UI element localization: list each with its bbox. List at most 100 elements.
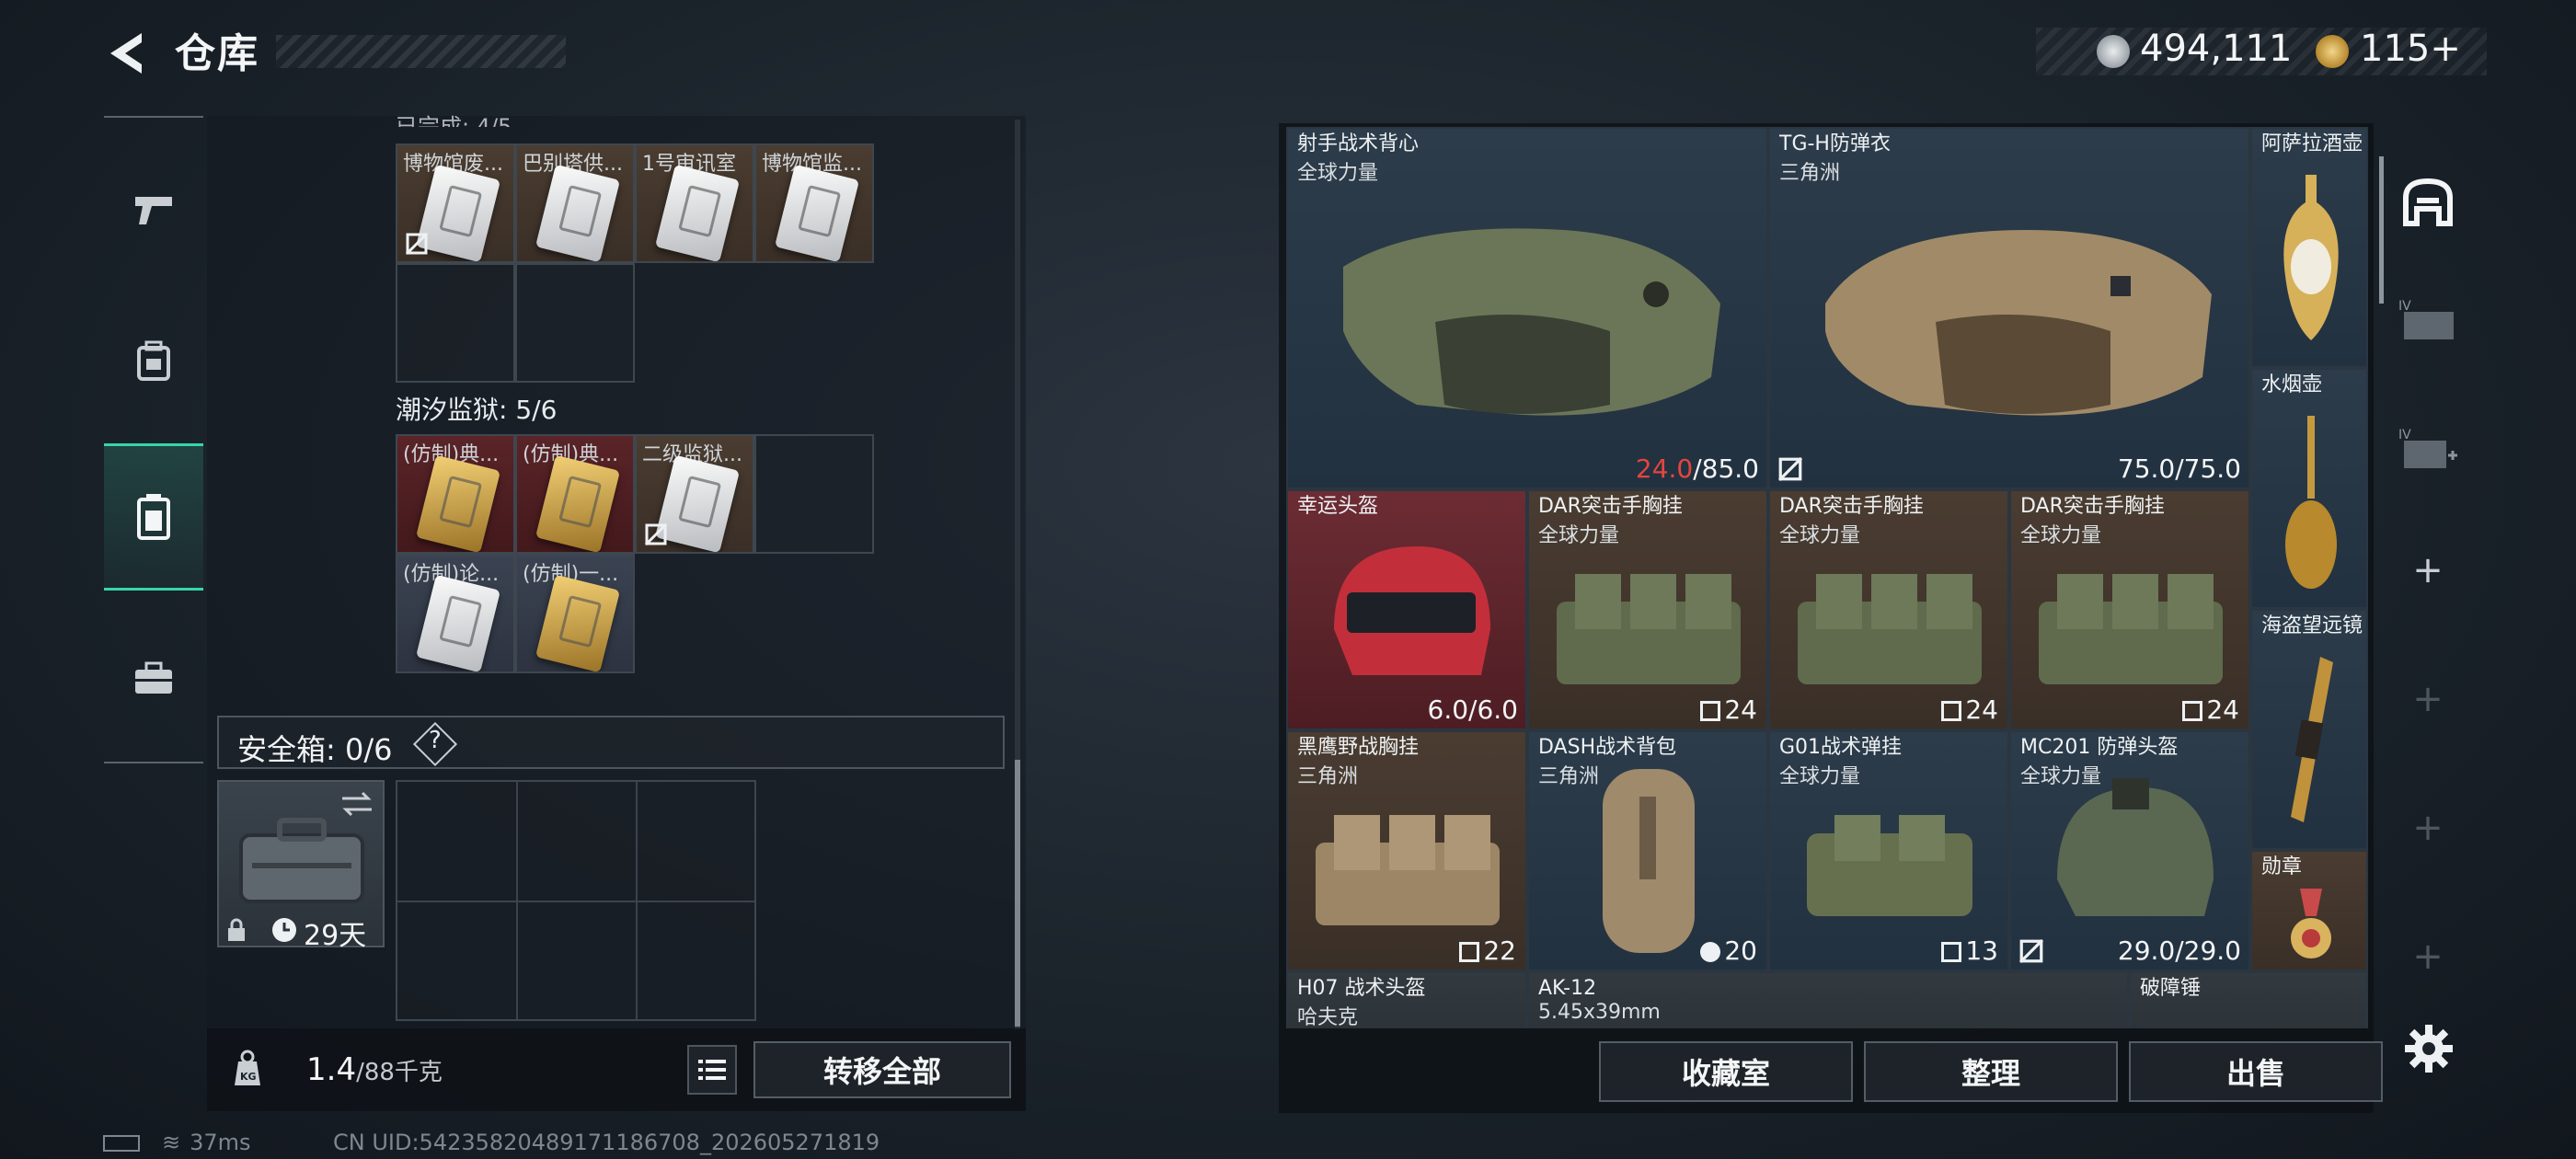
nav-backpack[interactable] [104,287,203,434]
keycard-icon [535,454,621,552]
backpack-icon [137,340,170,381]
keycard-icon [535,164,621,261]
stash-item[interactable]: H07 战术头盔 哈夫克 [1286,971,1527,1028]
item-capacity: 22 [1459,935,1516,966]
chest-rig-icon [2039,574,2223,684]
item-capacity: 24 [1941,694,1998,725]
item-name: DAR突击手胸挂 [1779,495,1924,518]
hookah-icon [2285,416,2337,589]
item-name: 勋章 [2261,855,2303,878]
stash-item[interactable]: AK-12 5.45x39mm [1527,971,2129,1028]
item-faction: 全球力量 [1779,765,1861,788]
stash-item[interactable]: TG-H防弹衣 三角洲 75.0/75.0 [1768,127,2250,489]
stash-item[interactable]: DAR突击手胸挂 全球力量 24 [1768,489,2009,730]
stash-item[interactable]: 黑鹰野战胸挂 三角洲 22 [1286,730,1527,971]
group-label: 潮汐监狱: 5/6 [396,395,558,425]
item-durability: 29.0/29.0 [2117,935,2241,966]
back-arrow-icon[interactable] [101,26,156,81]
stash-scrollbar[interactable] [2379,156,2384,304]
safe-box-label: 安全箱: 0/6 [237,732,393,767]
safe-box-grid[interactable] [396,780,756,1021]
item-faction: 全球力量 [1297,162,1379,185]
prison-slot[interactable]: (仿制)典... [396,434,515,554]
weight-unit: /88千克 [356,1059,443,1086]
keycard-icon [415,454,501,552]
swap-icon[interactable] [339,789,375,819]
armor-vest-icon [1343,228,1720,416]
stash-item[interactable]: G01战术弹挂 全球力量 13 [1768,730,2009,971]
svg-text:KG: KG [240,1071,257,1083]
item-durability: 24.0/85.0 [1635,453,1759,484]
duffel-backpack-icon [1603,769,1695,953]
capacity-icon [1700,701,1721,721]
stash-tab-4-add[interactable]: IV [2386,396,2469,506]
capacity-icon [1941,942,1962,962]
nav-container[interactable] [104,443,203,591]
prison-slot[interactable]: (仿制)论... [396,554,515,673]
weight-icon: KG [235,1050,260,1085]
stash-item[interactable]: MC201 防弹头盔 全球力量 29.0/29.0 [2009,730,2250,971]
organize-button[interactable]: 整理 [1864,1041,2118,1102]
add-stash-tab-icon[interactable]: + [2386,515,2469,625]
stash-item[interactable]: DASH战术背包 三角洲 20 [1527,730,1768,971]
prison-slot[interactable]: (仿制)一... [515,554,635,673]
stash-item[interactable]: DAR突击手胸挂 全球力量 24 [2009,489,2250,730]
stash-home-button[interactable] [2386,147,2469,258]
capacity-icon [1459,942,1480,962]
armor-vest-icon [1825,230,2212,416]
item-capacity: 24 [2182,694,2239,725]
nav-weapons[interactable] [104,136,203,283]
collection-slot[interactable]: 博物馆废... [396,143,515,263]
case-icon [239,818,364,903]
empty-slot[interactable] [515,263,635,383]
stash-item[interactable]: 水烟壶 [2250,368,2368,609]
nav-toolbox[interactable] [104,605,203,752]
stash-item[interactable]: 破障锤 [2129,971,2368,1028]
battery-icon [103,1135,140,1152]
stash-tab-4[interactable]: IV [2386,267,2469,377]
svg-text:IV: IV [2398,428,2411,442]
keycard-icon [535,574,621,671]
item-name: H07 战术头盔 [1297,977,1426,1000]
triangle-coin-icon [2316,35,2349,68]
collection-slot[interactable]: 巴别塔供... [515,143,635,263]
item-name: DAR突击手胸挂 [1538,495,1683,518]
stash-item[interactable]: 幸运头盔 6.0/6.0 [1286,489,1527,730]
prison-slot[interactable]: (仿制)典... [515,434,635,554]
list-view-button[interactable] [687,1045,737,1095]
empty-slot[interactable] [754,434,874,554]
add-stash-tab-icon[interactable]: + [2386,644,2469,754]
collection-room-button[interactable]: 收藏室 [1599,1041,1853,1102]
item-name: 破障锤 [2140,977,2202,1000]
toolbox-icon [135,661,172,694]
item-name: 幸运头盔 [1297,495,1379,518]
stash-item[interactable]: 射手战术背心 全球力量 24.0/85.0 [1286,127,1768,489]
prison-slot[interactable]: 二级监狱... [635,434,754,554]
stash-item[interactable]: 勋章 [2250,850,2368,971]
item-name: 海盗望远镜 [2261,614,2363,637]
weapon-case-icon: IV [2398,299,2454,339]
add-stash-tab-icon[interactable]: + [2386,773,2469,883]
safe-box-item[interactable]: 29天 [217,780,385,952]
item-name: 水烟壶 [2261,373,2323,396]
collection-slot[interactable]: 1号审讯室 [635,143,754,263]
item-name: DAR突击手胸挂 [2020,495,2165,518]
transfer-all-button[interactable]: 转移全部 [753,1041,1011,1098]
stash-item[interactable]: 海盗望远镜 [2250,609,2368,850]
chest-rig-icon [1798,574,1982,684]
safe-box-header: 安全箱: 0/6 ? [217,716,1005,769]
collection-slot[interactable]: 博物馆监... [754,143,874,263]
item-faction: 三角洲 [1297,765,1359,788]
warehouse-scrollbar-thumb[interactable] [1015,760,1020,1027]
add-stash-tab-icon[interactable]: + [2386,901,2469,1012]
weapon-case-add-icon: IV [2398,428,2457,468]
stash-item[interactable]: 阿萨拉酒壶 [2250,127,2368,368]
gear-icon[interactable] [2401,1021,2456,1076]
currency-premium[interactable]: 115+ [2360,28,2461,70]
sell-button[interactable]: 出售 [2129,1041,2383,1102]
item-capacity: 24 [1700,694,1757,725]
empty-slot[interactable] [396,263,515,383]
stash-item[interactable]: DAR突击手胸挂 全球力量 24 [1527,489,1768,730]
network-status: ≋ 37ms [103,1130,251,1155]
ping-value: 37ms [190,1130,251,1155]
